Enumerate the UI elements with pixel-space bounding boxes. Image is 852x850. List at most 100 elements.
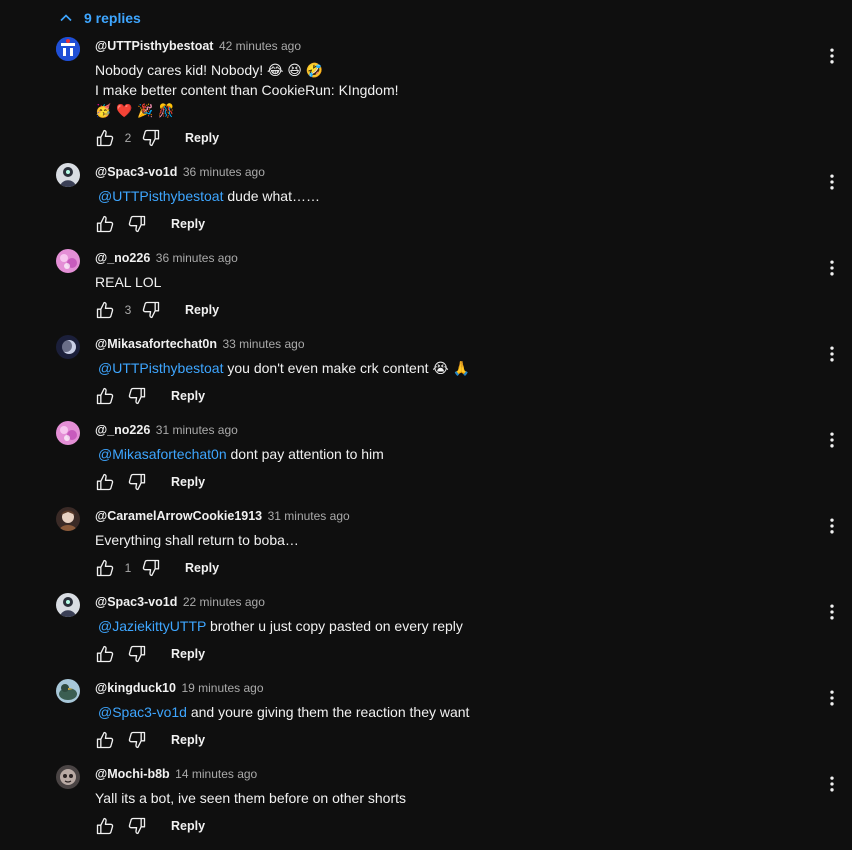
more-actions-button[interactable]: [820, 170, 844, 194]
comment-header: @CaramelArrowCookie1913 31 minutes ago: [95, 508, 350, 524]
avatar[interactable]: [56, 37, 80, 61]
avatar[interactable]: [56, 335, 80, 359]
comment-time[interactable]: 14 minutes ago: [175, 767, 257, 781]
like-button[interactable]: [93, 728, 117, 752]
comment-text: @Spac3-vo1d and youre giving them the re…: [95, 702, 469, 722]
comment-actions: 1 Reply: [93, 556, 219, 580]
comment-time[interactable]: 31 minutes ago: [156, 423, 238, 437]
comment-actions: Reply: [93, 212, 205, 236]
reply-button[interactable]: Reply: [171, 475, 205, 489]
thumb-up-icon: [96, 645, 114, 663]
comment-time[interactable]: 36 minutes ago: [183, 165, 265, 179]
thumb-up-icon: [96, 301, 114, 319]
thumb-up-icon: [96, 731, 114, 749]
thumb-down-icon: [142, 559, 160, 577]
comment-text: @Mikasafortechat0n dont pay attention to…: [95, 444, 384, 464]
author-name[interactable]: @Mochi-b8b: [95, 767, 170, 781]
like-button[interactable]: [93, 556, 117, 580]
avatar[interactable]: [56, 163, 80, 187]
like-button[interactable]: [93, 384, 117, 408]
reply-button[interactable]: Reply: [171, 647, 205, 661]
author-name[interactable]: @UTTPisthybestoat: [95, 39, 213, 53]
more-vert-icon: [830, 776, 834, 792]
reply-comment: @Mochi-b8b 14 minutes ago Yall its a bot…: [0, 758, 852, 844]
avatar[interactable]: [56, 679, 80, 703]
comment-body: dude what……: [227, 188, 320, 204]
mention-link[interactable]: @UTTPisthybestoat: [98, 188, 223, 204]
dislike-button[interactable]: [125, 642, 149, 666]
avatar[interactable]: [56, 421, 80, 445]
reply-button[interactable]: Reply: [185, 303, 219, 317]
thumb-down-icon: [142, 129, 160, 147]
like-button[interactable]: [93, 298, 117, 322]
reply-button[interactable]: Reply: [171, 389, 205, 403]
like-button[interactable]: [93, 470, 117, 494]
more-actions-button[interactable]: [820, 772, 844, 796]
dislike-button[interactable]: [139, 298, 163, 322]
avatar[interactable]: [56, 765, 80, 789]
mention-link[interactable]: @JaziekittyUTTP: [98, 618, 206, 634]
more-actions-button[interactable]: [820, 428, 844, 452]
avatar[interactable]: [56, 593, 80, 617]
comment-time[interactable]: 31 minutes ago: [268, 509, 350, 523]
like-button[interactable]: [93, 642, 117, 666]
replies-toggle[interactable]: 9 replies: [56, 6, 141, 30]
avatar[interactable]: [56, 507, 80, 531]
dislike-button[interactable]: [125, 212, 149, 236]
more-actions-button[interactable]: [820, 686, 844, 710]
like-button[interactable]: [93, 814, 117, 838]
replies-toggle-label: 9 replies: [84, 10, 141, 26]
dislike-button[interactable]: [139, 556, 163, 580]
comment-text: @JaziekittyUTTP brother u just copy past…: [95, 616, 463, 636]
more-actions-button[interactable]: [820, 342, 844, 366]
dislike-button[interactable]: [125, 814, 149, 838]
dislike-button[interactable]: [139, 126, 163, 150]
reply-button[interactable]: Reply: [171, 733, 205, 747]
comment-time[interactable]: 36 minutes ago: [156, 251, 238, 265]
author-name[interactable]: @Spac3-vo1d: [95, 595, 177, 609]
author-name[interactable]: @Mikasafortechat0n: [95, 337, 217, 351]
author-name[interactable]: @_no226: [95, 251, 150, 265]
comment-body: Everything shall return to boba…: [95, 532, 299, 548]
like-button[interactable]: [93, 212, 117, 236]
comment-body: you don't even make crk content 😭 🙏: [227, 360, 471, 376]
more-actions-button[interactable]: [820, 514, 844, 538]
author-name[interactable]: @_no226: [95, 423, 150, 437]
comment-actions: Reply: [93, 384, 205, 408]
more-actions-button[interactable]: [820, 44, 844, 68]
emoji-row: 🥳 ❤️ 🎉 🎊: [89, 100, 399, 121]
comment-header: @Mikasafortechat0n 33 minutes ago: [95, 336, 305, 352]
more-actions-button[interactable]: [820, 256, 844, 280]
comment-time[interactable]: 22 minutes ago: [183, 595, 265, 609]
dislike-button[interactable]: [125, 384, 149, 408]
mention-link[interactable]: @Spac3-vo1d: [98, 704, 187, 720]
reply-button[interactable]: Reply: [185, 561, 219, 575]
mention-link[interactable]: @Mikasafortechat0n: [98, 446, 227, 462]
mention-link[interactable]: @UTTPisthybestoat: [98, 360, 223, 376]
author-name[interactable]: @kingduck10: [95, 681, 176, 695]
dislike-button[interactable]: [125, 728, 149, 752]
thumb-up-icon: [96, 473, 114, 491]
comment-time[interactable]: 19 minutes ago: [181, 681, 263, 695]
reply-button[interactable]: Reply: [171, 217, 205, 231]
thumb-up-icon: [96, 817, 114, 835]
reply-button[interactable]: Reply: [171, 819, 205, 833]
comment-line: I make better content than CookieRun: KI…: [95, 82, 399, 98]
emoji: 🎉: [137, 103, 154, 118]
author-name[interactable]: @CaramelArrowCookie1913: [95, 509, 262, 523]
reply-comment: @Spac3-vo1d 36 minutes ago @UTTPisthybes…: [0, 156, 852, 242]
avatar[interactable]: [56, 249, 80, 273]
like-button[interactable]: [93, 126, 117, 150]
comment-header: @UTTPisthybestoat 42 minutes ago: [95, 38, 301, 54]
comment-text: Nobody cares kid! Nobody! 😂 😆 🤣 I make b…: [95, 60, 399, 121]
dislike-button[interactable]: [125, 470, 149, 494]
author-name[interactable]: @Spac3-vo1d: [95, 165, 177, 179]
more-actions-button[interactable]: [820, 600, 844, 624]
comment-time[interactable]: 42 minutes ago: [219, 39, 301, 53]
comment-time[interactable]: 33 minutes ago: [222, 337, 304, 351]
reply-button[interactable]: Reply: [185, 131, 219, 145]
comment-actions: 3 Reply: [93, 298, 219, 322]
comment-actions: 2 Reply: [93, 126, 219, 150]
thumb-down-icon: [142, 301, 160, 319]
comment-header: @_no226 31 minutes ago: [95, 422, 238, 438]
